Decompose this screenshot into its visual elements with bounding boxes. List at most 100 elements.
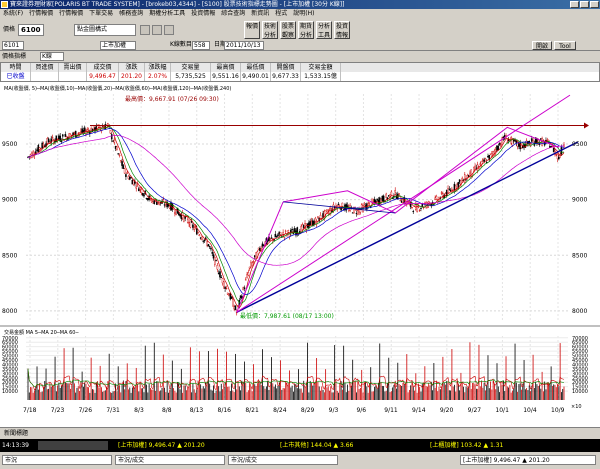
volume-bar bbox=[49, 382, 51, 400]
toolbar-button[interactable]: 報價 bbox=[244, 21, 260, 39]
toolbar-button[interactable]: 股票觀察 bbox=[280, 21, 296, 39]
status-market-trade-1[interactable]: 市況/成交 bbox=[115, 455, 225, 465]
menu-item[interactable]: 新資訊 bbox=[248, 9, 272, 19]
volume-bar bbox=[211, 390, 213, 400]
menu-item[interactable]: 說明(H) bbox=[290, 9, 317, 19]
volume-bar bbox=[293, 391, 294, 400]
candle-body bbox=[399, 200, 402, 202]
y-tick-label: 8000 bbox=[572, 308, 587, 315]
candle-body bbox=[489, 153, 492, 155]
candle-body bbox=[131, 180, 134, 185]
status-ticker[interactable]: [上市加權] 9,496.47 ▲ 201.20 bbox=[460, 455, 596, 465]
volume-bar bbox=[555, 387, 557, 400]
volume-bar bbox=[157, 382, 159, 400]
open-button[interactable]: 開啟 bbox=[532, 41, 552, 50]
volume-bar bbox=[231, 383, 232, 400]
candle-body bbox=[40, 147, 42, 149]
candle-body bbox=[220, 277, 223, 279]
menu-item[interactable]: 期權分析工具 bbox=[146, 9, 188, 19]
list-icon[interactable] bbox=[152, 25, 162, 35]
volume-bar bbox=[347, 384, 348, 400]
status-market-trade-2[interactable]: 市況/成交 bbox=[228, 455, 338, 465]
volume-bar bbox=[184, 385, 186, 400]
volume-bar bbox=[75, 392, 77, 400]
volume-bar bbox=[195, 392, 196, 400]
menu-item[interactable]: 綜合查詢 bbox=[218, 9, 248, 19]
volume-bar bbox=[97, 381, 98, 400]
ticker-taiex[interactable]: [上市加權] 9,496.47 ▲ 201.20 bbox=[118, 441, 268, 450]
volume-bar bbox=[318, 386, 320, 400]
volume-bar bbox=[189, 347, 191, 400]
play-icon[interactable] bbox=[140, 25, 150, 35]
volume-bar bbox=[247, 390, 249, 400]
volume-bar bbox=[372, 391, 374, 400]
volume-bar bbox=[187, 388, 189, 400]
date-field[interactable]: 2011/10/13 bbox=[224, 41, 264, 50]
quote-value-cell: 5,735,525 bbox=[171, 72, 211, 81]
menu-item[interactable]: 投資情報 bbox=[188, 9, 218, 19]
volume-bar bbox=[182, 392, 184, 400]
volume-bar bbox=[30, 386, 31, 400]
candle-body bbox=[229, 293, 232, 300]
toolbar-button[interactable]: 分析工具 bbox=[316, 21, 332, 39]
name-field[interactable]: 上市加權 bbox=[100, 41, 136, 50]
volume-bar bbox=[28, 392, 30, 400]
chart-area[interactable]: MA(收盤價, 5)─MA(收盤價,10)─MA(收盤價,20)─MA(收盤價,… bbox=[0, 82, 600, 427]
quote-header-cell: 成交價 bbox=[87, 63, 119, 72]
candle-body bbox=[373, 198, 376, 203]
volume-bar bbox=[371, 391, 373, 400]
menu-item[interactable]: 行情報價 bbox=[56, 9, 86, 19]
candle-body bbox=[421, 203, 424, 207]
volume-bar bbox=[121, 384, 123, 400]
quote-value-cell: 9,677.33 bbox=[271, 72, 301, 81]
volume-bar bbox=[214, 392, 216, 400]
candle-body bbox=[351, 212, 354, 214]
volume-bar bbox=[563, 386, 565, 400]
volume-bar bbox=[277, 385, 279, 400]
volume-bar bbox=[287, 385, 289, 400]
ticker-otc[interactable]: [上櫃加權] 103.42 ▲ 1.31 bbox=[430, 441, 550, 450]
candle-body bbox=[411, 207, 413, 209]
symbol-label: 價格 bbox=[3, 26, 16, 33]
symbol-input[interactable]: 6100 bbox=[18, 24, 44, 36]
menu-item[interactable]: 行情報價 bbox=[26, 9, 56, 19]
quote-table: 時間 買進價 賣出價 成交價 漲跌 漲跌幅 交易量 最高價 最低價 開盤價 交易金額 已收盤 9,49… bbox=[0, 62, 600, 82]
toolbar-button[interactable]: 期貨分析 bbox=[298, 21, 314, 39]
candle-body bbox=[110, 134, 113, 140]
menu-item[interactable]: 程式 bbox=[272, 9, 290, 19]
candle-body bbox=[310, 220, 313, 222]
candle-body bbox=[186, 219, 189, 223]
quote-value-cell: 已收盤 bbox=[1, 72, 31, 81]
toolbar-button[interactable]: 技術分析 bbox=[262, 21, 278, 39]
news-label[interactable]: 新聞標題 bbox=[4, 428, 28, 439]
tool-button[interactable]: Tool bbox=[554, 41, 576, 50]
volume-bar bbox=[282, 387, 284, 400]
candle-body bbox=[112, 140, 114, 142]
volume-bar bbox=[88, 387, 89, 400]
kline-select[interactable]: K線 bbox=[40, 52, 64, 61]
volume-bar bbox=[104, 390, 106, 400]
candle-body bbox=[188, 222, 190, 225]
style-select[interactable]: 點金圖構式 bbox=[74, 24, 136, 36]
ticker-other[interactable]: [上市其他] 144.04 ▲ 3.66 bbox=[280, 441, 420, 450]
candle-body bbox=[208, 246, 211, 248]
volume-bar bbox=[271, 357, 272, 400]
status-market[interactable]: 市況 bbox=[2, 455, 112, 465]
code-field[interactable]: 6101 bbox=[2, 41, 24, 50]
price-chart[interactable]: MA(收盤價, 5)─MA(收盤價,10)─MA(收盤價,20)─MA(收盤價,… bbox=[0, 82, 600, 427]
tab-price-indicator[interactable]: 價格指標 bbox=[2, 51, 26, 62]
maximize-button[interactable] bbox=[580, 1, 589, 8]
menu-item[interactable]: 帳務查詢 bbox=[116, 9, 146, 19]
volume-bar bbox=[432, 390, 433, 400]
candle-body bbox=[382, 195, 385, 202]
close-button[interactable] bbox=[590, 1, 599, 8]
period-field[interactable]: 558 bbox=[192, 41, 210, 50]
minimize-button[interactable] bbox=[570, 1, 579, 8]
menu-item[interactable]: 系統(F) bbox=[0, 9, 26, 19]
menu-item[interactable]: 下單交易 bbox=[86, 9, 116, 19]
toolbar-button[interactable]: 投資情報 bbox=[334, 21, 350, 39]
volume-bar bbox=[403, 383, 405, 400]
chart-icon[interactable] bbox=[164, 25, 174, 35]
volume-bar bbox=[311, 382, 312, 400]
volume-bar bbox=[352, 359, 354, 400]
